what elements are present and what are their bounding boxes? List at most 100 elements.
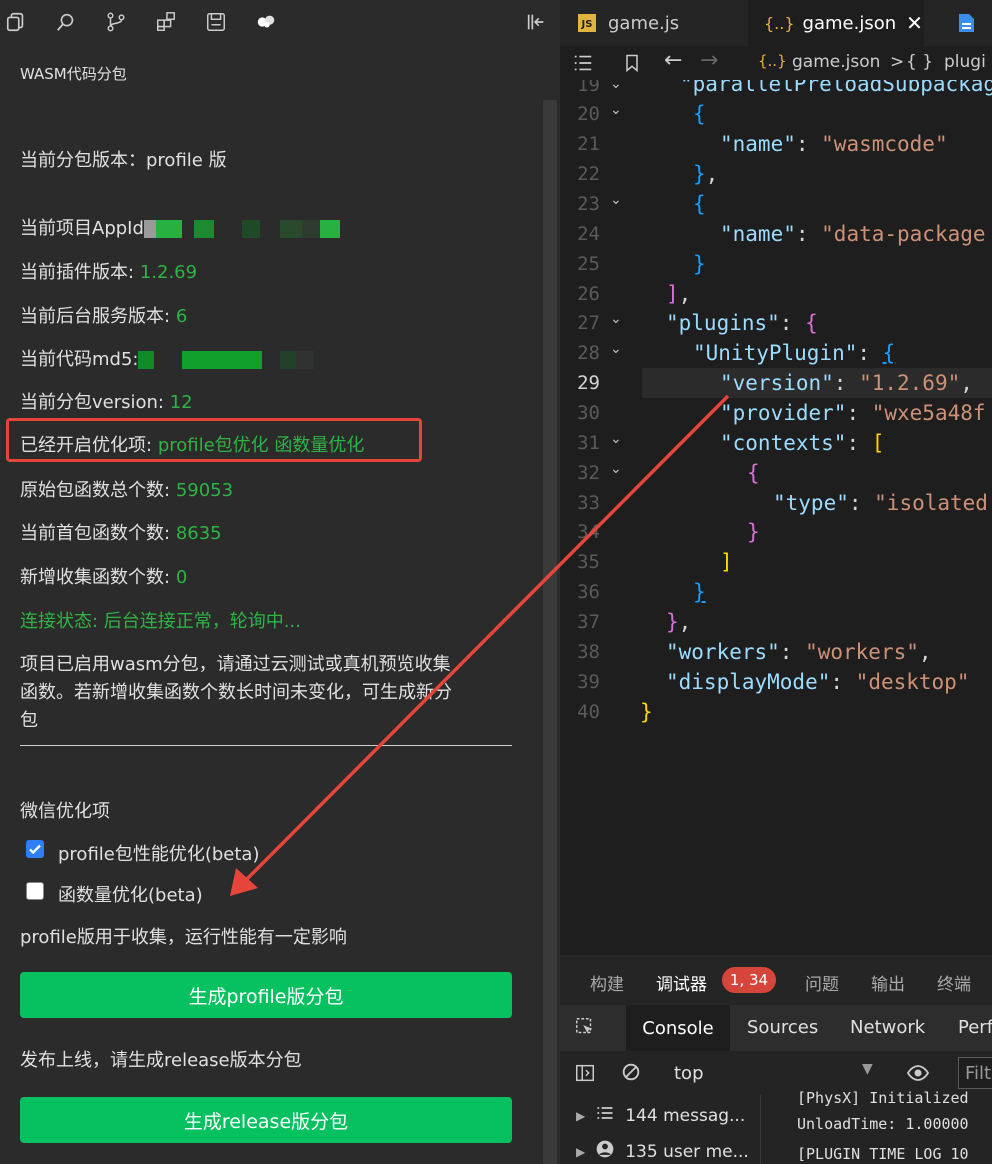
filter-input[interactable]: Filt <box>958 1057 992 1089</box>
plugin-version-row: 当前插件版本: 1.2.69 <box>20 258 197 284</box>
plugin-version-label: 当前插件版本: <box>20 262 135 283</box>
error-count-badge: 1, 34 <box>722 967 776 993</box>
messages-count: 144 messag... <box>625 1105 746 1126</box>
json-key: "name" <box>720 132 796 156</box>
backend-version-label: 当前后台服务版本: <box>20 306 171 327</box>
tab-performance[interactable]: Perfo <box>958 1017 992 1038</box>
appid-redacted-block <box>155 220 182 238</box>
back-arrow-icon[interactable]: ← <box>664 48 682 73</box>
tab-terminal[interactable]: 终端 <box>937 970 971 995</box>
pkg-version-label: 当前分包version: <box>20 392 164 413</box>
tab-network[interactable]: Network <box>850 1017 925 1038</box>
line-number: 20 <box>577 103 600 125</box>
fold-chevron-icon[interactable]: ⌄ <box>610 80 622 92</box>
pkg-version-value: 12 <box>169 392 193 413</box>
list-icon[interactable] <box>572 52 594 79</box>
user-messages-group[interactable]: ▶ 135 user me... <box>576 1139 749 1164</box>
expand-arrow-icon[interactable]: ▶ <box>576 1145 585 1159</box>
forward-arrow-icon[interactable]: → <box>700 48 718 73</box>
tab-overflow-file[interactable] <box>956 0 976 46</box>
json-value: "isolated <box>874 491 988 515</box>
expand-arrow-icon[interactable]: ▶ <box>576 1109 585 1123</box>
tab-output[interactable]: 输出 <box>871 970 905 995</box>
wasm-subpackage-panel: WASM代码分包 当前分包版本：profile 版 当前项目AppId 当前插件… <box>0 0 560 1164</box>
extensions-icon[interactable] <box>154 10 178 34</box>
generate-release-button[interactable]: 生成release版分包 <box>20 1097 512 1143</box>
json-key: "UnityPlugin" <box>693 341 858 365</box>
collapse-panel-icon[interactable] <box>524 10 548 34</box>
code-line-25: } <box>693 252 706 276</box>
line-number: 25 <box>577 253 600 275</box>
source-control-icon[interactable] <box>104 10 128 34</box>
code-line-20: { <box>693 102 706 126</box>
tab-label: game.js <box>608 12 680 34</box>
fold-chevron-icon[interactable]: ⌄ <box>610 192 622 208</box>
profile-note: profile版用于收集，运行性能有一定影响 <box>20 927 347 948</box>
left-scrollbar[interactable] <box>543 100 557 1164</box>
breadcrumb-node[interactable]: plugi <box>944 52 986 72</box>
info-line-2: 函数。若新增收集函数个数长时间未变化，可生成新分 <box>20 682 452 703</box>
close-icon[interactable]: ✕ <box>906 11 923 35</box>
code-line-31: "contexts": [ <box>720 431 885 455</box>
clear-console-icon[interactable] <box>620 1061 642 1088</box>
release-note: 发布上线，请生成release版本分包 <box>20 1050 302 1071</box>
tab-console[interactable]: Console <box>626 1005 730 1051</box>
fold-chevron-icon[interactable]: ⌄ <box>610 461 622 477</box>
bookmark-icon[interactable] <box>622 52 642 79</box>
breadcrumb: ← → {..} game.json > { } plugi <box>560 46 992 80</box>
pkg-version-row: 当前分包version: 12 <box>20 388 193 414</box>
profile-opt-label[interactable]: profile包性能优化(beta) <box>58 840 260 866</box>
user-messages-count: 135 user me... <box>625 1141 749 1162</box>
md5-redacted-block <box>154 351 183 369</box>
fold-chevron-icon[interactable]: ⌄ <box>610 431 622 447</box>
fold-chevron-icon[interactable]: ⌄ <box>610 102 622 118</box>
tab-sources[interactable]: Sources <box>747 1017 818 1038</box>
tab-game-js[interactable]: JS game.js <box>578 0 679 46</box>
tab-debugger[interactable]: 调试器 <box>656 970 707 995</box>
json-value: "wxe5a48f <box>871 401 986 425</box>
tab-game-json[interactable]: {..} game.json ✕ <box>748 0 924 46</box>
copy-icon[interactable] <box>4 10 28 34</box>
line-number: 30 <box>577 402 600 424</box>
appid-redacted-block <box>259 220 280 238</box>
funcnum-opt-checkbox[interactable] <box>26 882 44 900</box>
breadcrumb-file[interactable]: game.json <box>792 52 880 72</box>
line-number: 36 <box>577 581 600 603</box>
log-line: UnloadTime: 1.00000 <box>797 1115 969 1133</box>
fold-chevron-icon[interactable]: ⌄ <box>610 311 622 327</box>
code-line-33: "type": "isolated <box>773 491 988 515</box>
json-value: "workers" <box>805 640 919 664</box>
info-line-3: 包 <box>20 710 38 731</box>
orig-func-row: 原始包函数总个数: 59053 <box>20 476 233 502</box>
code-line-37: }, <box>666 610 692 634</box>
generate-profile-button[interactable]: 生成profile版分包 <box>20 972 512 1018</box>
fold-chevron-icon[interactable]: ⌄ <box>610 341 622 357</box>
devtools-tabs: Console Sources Network Perfo <box>560 1005 992 1051</box>
line-number: 32 <box>577 462 600 484</box>
save-icon[interactable] <box>204 10 228 34</box>
plugin-icon[interactable] <box>254 10 278 34</box>
json-file-icon: {..} <box>764 13 795 33</box>
panel-title: WASM代码分包 <box>20 65 127 83</box>
profile-opt-checkbox[interactable] <box>26 840 44 858</box>
code-line-28: "UnityPlugin": { <box>693 341 896 365</box>
code-editor[interactable]: 19 20 21 22 23 24 25 26 27 28 29 30 31 3… <box>560 80 992 950</box>
inspect-element-icon[interactable] <box>574 1016 596 1043</box>
line-number: 28 <box>577 342 600 364</box>
appid-redacted-block <box>301 220 320 238</box>
dropdown-arrow-icon[interactable]: ▼ <box>862 1061 873 1077</box>
funcnum-opt-label[interactable]: 函数量优化(beta) <box>58 881 203 907</box>
tab-problems[interactable]: 问题 <box>805 970 839 995</box>
sidebar-toggle-icon[interactable] <box>574 1062 596 1089</box>
search-icon[interactable] <box>54 10 78 34</box>
breadcrumb-separator: > <box>890 52 905 72</box>
messages-group[interactable]: ▶ 144 messag... <box>576 1103 745 1128</box>
line-number: 27 <box>577 312 600 334</box>
context-selector[interactable]: top <box>674 1063 704 1084</box>
tab-build[interactable]: 构建 <box>590 970 624 995</box>
left-toolbar <box>0 0 560 44</box>
eye-icon[interactable] <box>906 1061 930 1090</box>
code-line-21: "name": "wasmcode" <box>720 132 948 156</box>
md5-row: 当前代码md5: <box>20 345 315 371</box>
backend-version-value: 6 <box>175 306 188 327</box>
